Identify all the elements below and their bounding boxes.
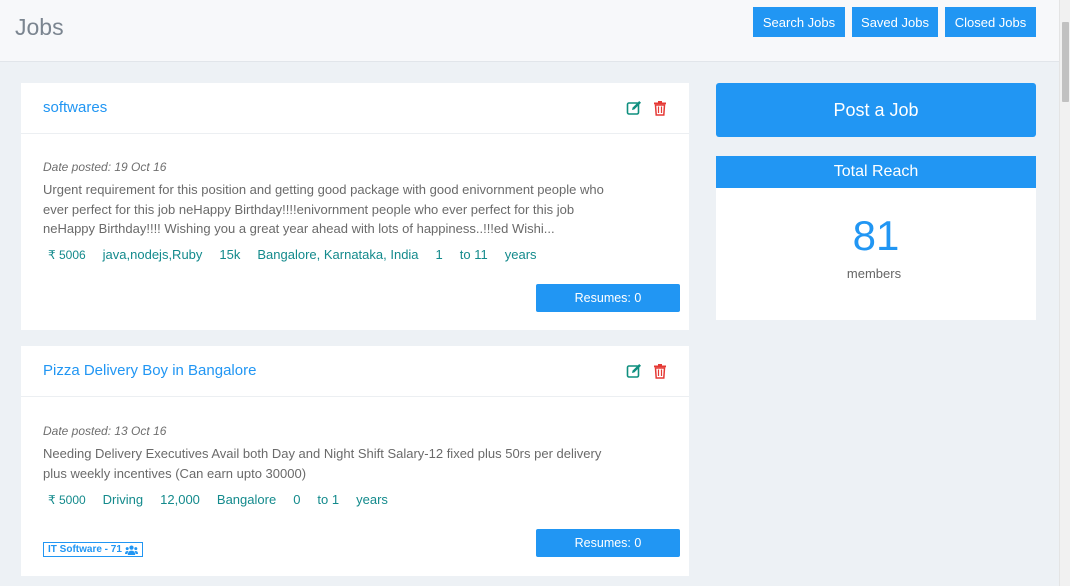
date-posted: Date posted: 19 Oct 16: [43, 160, 167, 174]
job-title-link[interactable]: softwares: [43, 99, 107, 116]
experience-unit: years: [356, 492, 388, 507]
location: Bangalore: [216, 492, 277, 507]
resumes-button[interactable]: Resumes: 0: [536, 284, 680, 312]
resumes-button[interactable]: Resumes: 0: [536, 529, 680, 557]
job-description: Urgent requirement for this position and…: [43, 182, 604, 236]
location: Bangalore, Karnataka, India: [257, 247, 419, 262]
top-bar: Jobs Search Jobs Saved Jobs Closed Jobs: [0, 0, 1059, 62]
experience-max: to 11: [459, 247, 488, 262]
post-job-button[interactable]: Post a Job: [716, 83, 1036, 137]
experience-max: to 1: [317, 492, 340, 507]
job-card: Pizza Delivery Boy in Bangalore Date pos…: [21, 346, 689, 576]
date-posted: Date posted: 13 Oct 16: [43, 424, 167, 438]
total-reach-title: Total Reach: [716, 156, 1036, 188]
trash-icon[interactable]: [652, 100, 668, 116]
job-meta: ₹ 5000 Driving 12,000 Bangalore 0 to 1 y…: [48, 492, 405, 507]
job-title-link[interactable]: Pizza Delivery Boy in Bangalore: [43, 362, 256, 379]
reach-unit-label: members: [846, 266, 902, 281]
experience-unit: years: [504, 247, 537, 262]
package: 15k: [219, 247, 241, 262]
page-title: Jobs: [15, 14, 64, 40]
edit-icon[interactable]: [626, 363, 642, 379]
scrollbar-thumb[interactable]: [1062, 22, 1069, 102]
skills: Driving: [102, 492, 144, 507]
salary: ₹ 5006: [48, 247, 86, 262]
trash-icon[interactable]: [652, 363, 668, 379]
closed-jobs-button[interactable]: Closed Jobs: [945, 7, 1036, 37]
salary: ₹ 5000: [48, 492, 86, 507]
edit-icon[interactable]: [626, 100, 642, 116]
job-card-header: softwares: [21, 83, 689, 134]
category-tag-label: IT Software - 71: [48, 544, 122, 555]
job-meta: ₹ 5006 java,nodejs,Ruby 15k Bangalore, K…: [48, 247, 554, 262]
scrollbar[interactable]: [1059, 0, 1070, 586]
category-tag[interactable]: IT Software - 71: [43, 542, 143, 557]
saved-jobs-button[interactable]: Saved Jobs: [852, 7, 938, 37]
package: 12,000: [160, 492, 200, 507]
skills: java,nodejs,Ruby: [102, 247, 203, 262]
users-icon: [124, 545, 138, 555]
search-jobs-button[interactable]: Search Jobs: [753, 7, 845, 37]
reach-count: 81: [852, 212, 900, 259]
job-card-header: Pizza Delivery Boy in Bangalore: [21, 346, 689, 397]
experience-min: 1: [435, 247, 443, 262]
experience-min: 0: [293, 492, 301, 507]
total-reach-panel: Total Reach 81 members: [716, 156, 1036, 320]
job-card: softwares Date posted: 19 Oct 16 Urgent …: [21, 83, 689, 330]
job-description: Needing Delivery Executives Avail both D…: [43, 446, 602, 481]
